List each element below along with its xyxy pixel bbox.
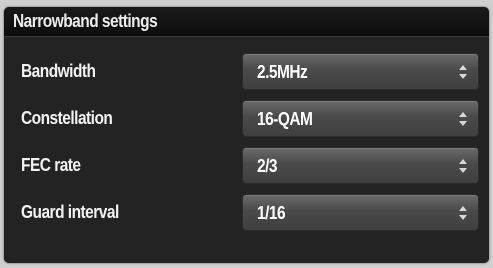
fec-rate-value: 2/3 <box>257 156 278 176</box>
up-down-arrows-icon <box>458 111 468 127</box>
panel-header: Narrowband settings <box>4 7 489 37</box>
up-down-arrows-icon <box>458 158 468 174</box>
setting-row-bandwidth: Bandwidth 2.5MHz <box>4 51 489 98</box>
guard-interval-label: Guard interval <box>21 202 119 222</box>
up-down-arrows-icon <box>458 64 468 80</box>
fec-rate-select[interactable]: 2/3 <box>242 147 479 184</box>
constellation-value: 16-QAM <box>257 109 313 129</box>
bandwidth-value: 2.5MHz <box>257 62 308 82</box>
setting-row-guard-interval: Guard interval 1/16 <box>4 192 489 239</box>
setting-row-fec-rate: FEC rate 2/3 <box>4 145 489 192</box>
guard-interval-value: 1/16 <box>257 203 286 223</box>
bandwidth-label: Bandwidth <box>21 61 96 81</box>
setting-row-constellation: Constellation 16-QAM <box>4 98 489 145</box>
settings-list: Bandwidth 2.5MHz Constellation 16-QAM FE… <box>4 37 489 263</box>
bandwidth-select[interactable]: 2.5MHz <box>242 53 479 90</box>
constellation-label: Constellation <box>21 108 113 128</box>
guard-interval-select[interactable]: 1/16 <box>242 194 479 231</box>
fec-rate-label: FEC rate <box>21 155 81 175</box>
up-down-arrows-icon <box>458 205 468 221</box>
constellation-select[interactable]: 16-QAM <box>242 100 479 137</box>
panel-title: Narrowband settings <box>13 11 158 31</box>
narrowband-settings-panel: Narrowband settings Bandwidth 2.5MHz Con… <box>4 7 489 263</box>
